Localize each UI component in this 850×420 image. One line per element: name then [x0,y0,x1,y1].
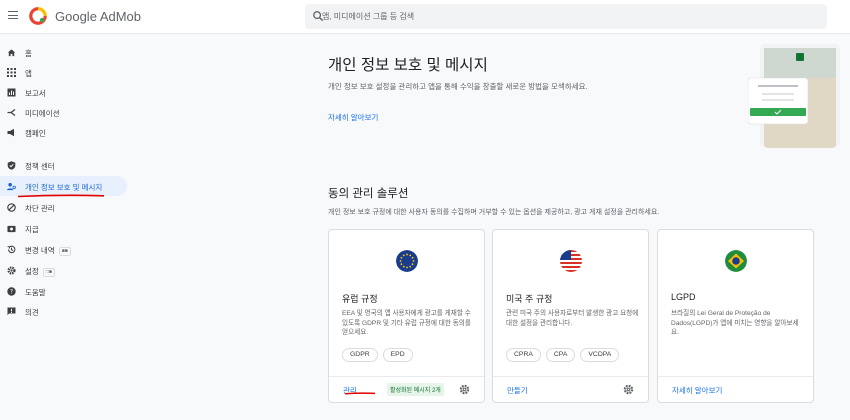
home-icon [7,48,16,57]
learn-more-button[interactable]: 자세히 알아보기 [672,385,722,396]
sidebar-item-label: 미디에이션 [25,109,60,118]
block-icon [7,203,16,212]
eu-flag-icon [396,250,418,272]
section-title: 동의 관리 솔루션 [328,188,409,200]
sidebar-item-mediation[interactable]: 미디에이션 [0,102,127,122]
mediation-icon [7,108,16,117]
history-icon [7,245,16,254]
sidebar-item-payments[interactable]: 지급 [0,218,127,238]
sidebar-item-privacy-messaging[interactable]: 개인 정보 보호 및 메시지 [0,176,127,196]
card-lgpd: LGPD 브라질의 Lei Geral de Proteção de Dados… [657,229,814,403]
status-badge: 활성화된 메시지 2개 [387,383,444,396]
sidebar-item-label: 개인 정보 보호 및 메시지 [25,183,103,192]
card-us-state-regulations: 미국 주 규정 관련 미국 주의 사용자로부터 발생한 광고 요청에 대한 설정… [492,229,649,403]
brazil-flag-icon [725,250,747,272]
sidebar-item-label: 정책 센터 [25,162,55,171]
sidebar-item-label: 의견 [25,308,39,317]
search-bar[interactable] [305,4,827,29]
sidebar-item-label: 홈 [25,49,32,58]
sidebar-item-label: 캠페인 [25,129,46,138]
sidebar-nav: 홈 앱 보고서 미디에이션 캠페인 정책 센터 개인 정보 보호 및 메시지 차… [0,35,130,420]
sidebar-item-campaigns[interactable]: 캠페인 [0,122,127,142]
annotation-underline [344,392,376,395]
sidebar-item-label: 지급 [25,225,39,234]
chip-cpra: CPRA [506,348,541,362]
chip-cpa: CPA [545,348,576,362]
sidebar-item-label: 변경 내역 ■■ [25,245,71,256]
sidebar-item-blocking[interactable]: 차단 관리 [0,197,127,217]
card-footer: 자세히 알아보기 [658,376,813,403]
card-footer: 만들기 [493,376,648,403]
sidebar-item-change-history[interactable]: 변경 내역 ■■ [0,239,127,259]
help-icon: ? [7,287,16,296]
svg-text:?: ? [10,289,13,296]
chip-list: GDPR EPD [342,348,413,362]
admob-logo-icon [29,7,47,25]
brand-name: Google AdMob [55,9,142,24]
card-title: LGPD [671,292,696,302]
learn-more-link[interactable]: 자세히 알아보기 [328,112,378,123]
section-description: 개인 정보 보호 규정에 대한 사용자 동의를 수집하며 거부할 수 있는 옵션… [328,209,660,216]
privacy-user-icon [7,182,16,191]
page-title: 개인 정보 보호 및 메시지 [328,57,488,74]
search-input[interactable] [322,4,802,29]
create-button[interactable]: 만들기 [507,385,528,396]
payments-icon [7,224,16,233]
chip-epd: EPD [382,348,413,362]
sidebar-item-settings[interactable]: 설정 □■ [0,260,127,280]
sidebar-item-label: 보고서 [25,89,46,98]
sidebar-item-help[interactable]: ? 도움말 [0,281,127,301]
report-icon [7,88,16,97]
sidebar-item-feedback[interactable]: 의견 [0,301,127,321]
settings-badge: □■ [42,267,55,277]
menu-icon[interactable] [8,11,18,19]
apps-grid-icon [7,68,16,77]
phone-illustration [748,44,840,148]
chip-vcdpa: VCDPA [580,348,620,362]
gear-icon[interactable] [459,384,470,395]
card-description: 관련 미국 주의 사용자로부터 발생한 광고 요청에 대한 설정을 관리합니다. [506,310,639,327]
policy-shield-icon [7,161,16,170]
card-title: 유럽 규정 [342,294,378,304]
chip-list: CPRA CPA VCDPA [506,348,620,362]
gear-icon[interactable] [623,384,634,395]
settings-icon [7,266,16,275]
us-flag-icon [560,250,582,272]
feedback-icon [7,307,16,316]
sidebar-item-label: 차단 관리 [25,204,55,213]
campaign-icon [7,128,16,137]
main-content: 개인 정보 보호 및 메시지 개인 정보 보호 설정을 관리하고 앱을 통해 수… [130,35,850,420]
card-description: 브라질의 Lei Geral de Proteção de Dados(LGPD… [671,310,799,336]
sidebar-item-home[interactable]: 홈 [0,42,127,62]
change-history-badge: ■■ [58,246,71,256]
annotation-underline [17,194,105,198]
card-footer: 관리 활성화된 메시지 2개 [329,376,484,403]
card-european-regulations: 유럽 규정 EEA 및 영국의 앱 사용자에게 광고를 게재할 수 있도록 GD… [328,229,485,403]
sidebar-item-apps[interactable]: 앱 [0,62,127,82]
sidebar-item-label: 설정 □■ [25,266,55,277]
sidebar-item-reports[interactable]: 보고서 [0,82,127,102]
chip-gdpr: GDPR [342,348,378,362]
sidebar-item-label: 앱 [25,69,32,78]
card-description: EEA 및 영국의 앱 사용자에게 광고를 게재할 수 있도록 GDPR 및 기… [342,310,471,336]
top-app-bar: Google AdMob [0,0,850,34]
sidebar-item-policy-center[interactable]: 정책 센터 [0,155,127,175]
sidebar-item-label: 도움말 [25,288,46,297]
card-title: 미국 주 규정 [506,294,553,304]
page-description: 개인 정보 보호 설정을 관리하고 앱을 통해 수익을 창출할 새로운 방법을 … [328,82,588,91]
